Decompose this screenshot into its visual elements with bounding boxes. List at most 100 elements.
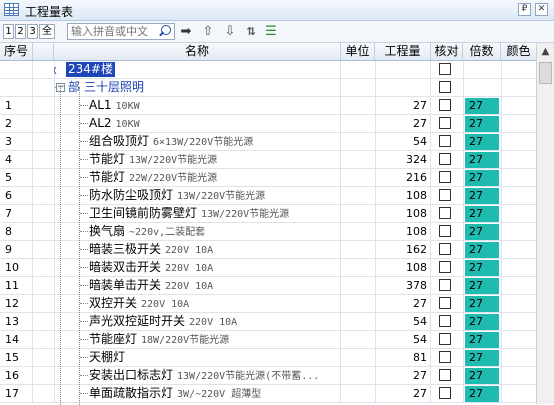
search-box[interactable] xyxy=(67,23,175,40)
row-color-cell xyxy=(501,367,536,384)
checkbox[interactable] xyxy=(439,333,451,345)
mult-value[interactable]: 27 xyxy=(465,116,499,132)
mult-value[interactable]: 27 xyxy=(465,332,499,348)
checkbox[interactable] xyxy=(439,135,451,147)
row-check-cell xyxy=(431,277,464,294)
vertical-scrollbar[interactable]: ▲ xyxy=(536,43,554,404)
row-name: − 部 三十层照明 xyxy=(54,79,341,96)
checkbox[interactable] xyxy=(439,315,451,327)
row-color-cell xyxy=(501,79,536,96)
column-header-check[interactable]: 核对 xyxy=(431,43,463,60)
mult-value[interactable]: 27 xyxy=(465,170,499,186)
row-mult-cell: 27 xyxy=(463,151,502,168)
table-row[interactable]: 12 双控开关 220V 10A 27 27 xyxy=(0,295,536,313)
table-row[interactable]: 17 单面疏散指示灯 3W/~220V 超薄型 27 27 xyxy=(0,385,536,403)
scroll-up-icon[interactable]: ▲ xyxy=(537,43,554,60)
row-blank xyxy=(33,169,55,186)
list-check-icon[interactable]: ☰ xyxy=(263,24,279,40)
item-name: 安装出口标志灯 xyxy=(89,368,174,382)
row-name: AL1 10KW xyxy=(54,97,341,114)
scroll-thumb[interactable] xyxy=(539,62,552,84)
table-row[interactable]: 6 防水防尘吸顶灯 13W/220V节能光源 108 27 xyxy=(0,187,536,205)
checkbox[interactable] xyxy=(439,153,451,165)
mult-value[interactable]: 27 xyxy=(465,350,499,366)
search-input[interactable] xyxy=(69,24,159,39)
table-row[interactable]: 10 暗装双击开关 220V 10A 108 27 xyxy=(0,259,536,277)
row-mult-cell: 27 xyxy=(463,313,502,330)
mult-value[interactable]: 27 xyxy=(465,134,499,150)
column-header-qty[interactable]: 工程量 xyxy=(375,43,431,60)
mult-value[interactable]: 27 xyxy=(465,314,499,330)
mult-value[interactable]: 27 xyxy=(465,386,499,402)
column-header-blank[interactable] xyxy=(33,43,54,60)
pin-button[interactable]: ₽ xyxy=(518,3,531,16)
mult-value[interactable]: 27 xyxy=(465,98,499,114)
item-name: 暗装双击开关 xyxy=(89,260,162,274)
arrow-up-icon[interactable]: ⇧ xyxy=(200,24,216,40)
column-header-mult[interactable]: 倍数 xyxy=(463,43,501,60)
column-header-color[interactable]: 颜色 xyxy=(501,43,536,60)
arrow-down-icon[interactable]: ⇩ xyxy=(222,24,238,40)
table-row[interactable]: 7 卫生间镜前防雾壁灯 13W/220V节能光源 108 27 xyxy=(0,205,536,223)
checkbox[interactable] xyxy=(439,99,451,111)
checkbox[interactable] xyxy=(439,261,451,273)
checkbox[interactable] xyxy=(439,207,451,219)
mult-value[interactable]: 27 xyxy=(465,296,499,312)
arrow-right-icon[interactable]: ➡ xyxy=(178,24,194,40)
mult-value[interactable]: 27 xyxy=(465,224,499,240)
tree-group-row[interactable]: − 部 三十层照明 xyxy=(0,79,536,97)
table-row[interactable]: 16 安装出口标志灯 13W/220V节能光源(不带蓄... 27 27 xyxy=(0,367,536,385)
level-1-button[interactable]: 1 xyxy=(3,24,14,39)
checkbox[interactable] xyxy=(439,369,451,381)
table-row[interactable]: 9 暗装三极开关 220V 10A 162 27 xyxy=(0,241,536,259)
column-header-name[interactable]: 名称 xyxy=(54,43,341,60)
checkbox[interactable] xyxy=(439,117,451,129)
table-row[interactable]: 5 节能灯 22W/220V节能光源 216 27 xyxy=(0,169,536,187)
table-row[interactable]: 11 暗装单击开关 220V 10A 378 27 xyxy=(0,277,536,295)
table-row[interactable]: 3 组合吸顶灯 6×13W/220V节能光源 54 27 xyxy=(0,133,536,151)
mult-value[interactable]: 27 xyxy=(465,206,499,222)
checkbox[interactable] xyxy=(439,171,451,183)
level-all-button[interactable]: 全 xyxy=(39,24,55,39)
checkbox[interactable] xyxy=(439,81,451,93)
checkbox[interactable] xyxy=(439,351,451,363)
checkbox[interactable] xyxy=(439,279,451,291)
table-row[interactable]: 15 天棚灯 81 27 xyxy=(0,349,536,367)
row-color-cell xyxy=(501,241,536,258)
mult-value[interactable]: 27 xyxy=(465,242,499,258)
checkbox[interactable] xyxy=(439,63,451,75)
checkbox[interactable] xyxy=(439,225,451,237)
search-icon[interactable] xyxy=(161,25,171,35)
checkbox[interactable] xyxy=(439,387,451,399)
checkbox[interactable] xyxy=(439,243,451,255)
table-row[interactable]: 8 换气扇 ~220v,二装配套 108 27 xyxy=(0,223,536,241)
row-qty: 27 xyxy=(375,367,431,384)
tree-root-row[interactable]: − X 234#楼 xyxy=(0,61,536,79)
table-row[interactable]: 1 AL1 10KW 27 27 xyxy=(0,97,536,115)
row-unit xyxy=(341,79,376,96)
row-seq: 17 xyxy=(0,385,33,402)
column-header-unit[interactable]: 单位 xyxy=(341,43,375,60)
mult-value[interactable]: 27 xyxy=(465,260,499,276)
table-row[interactable]: 13 声光双控延时开关 220V 10A 54 27 xyxy=(0,313,536,331)
close-button[interactable]: ✕ xyxy=(535,3,548,16)
row-color-cell xyxy=(501,295,536,312)
mult-value[interactable]: 27 xyxy=(465,278,499,294)
level-2-button[interactable]: 2 xyxy=(15,24,26,39)
level-3-button[interactable]: 3 xyxy=(27,24,38,39)
mult-value[interactable]: 27 xyxy=(465,152,499,168)
item-spec: 6×13W/220V节能光源 xyxy=(153,137,254,148)
sort-icon[interactable]: ⇅ xyxy=(243,24,259,40)
checkbox[interactable] xyxy=(439,297,451,309)
item-spec: 220V 10A xyxy=(165,245,214,256)
mult-value[interactable]: 27 xyxy=(465,188,499,204)
column-header-seq[interactable]: 序号 xyxy=(0,43,33,60)
table-row[interactable]: 4 节能灯 13W/220V节能光源 324 27 xyxy=(0,151,536,169)
checkbox[interactable] xyxy=(439,189,451,201)
table-row[interactable]: 14 节能座灯 18W/220V节能光源 54 27 xyxy=(0,331,536,349)
row-blank xyxy=(33,367,55,384)
row-color-cell xyxy=(501,61,536,78)
table-row[interactable]: 2 AL2 10KW 27 27 xyxy=(0,115,536,133)
mult-value[interactable]: 27 xyxy=(465,368,499,384)
row-blank xyxy=(33,223,55,240)
